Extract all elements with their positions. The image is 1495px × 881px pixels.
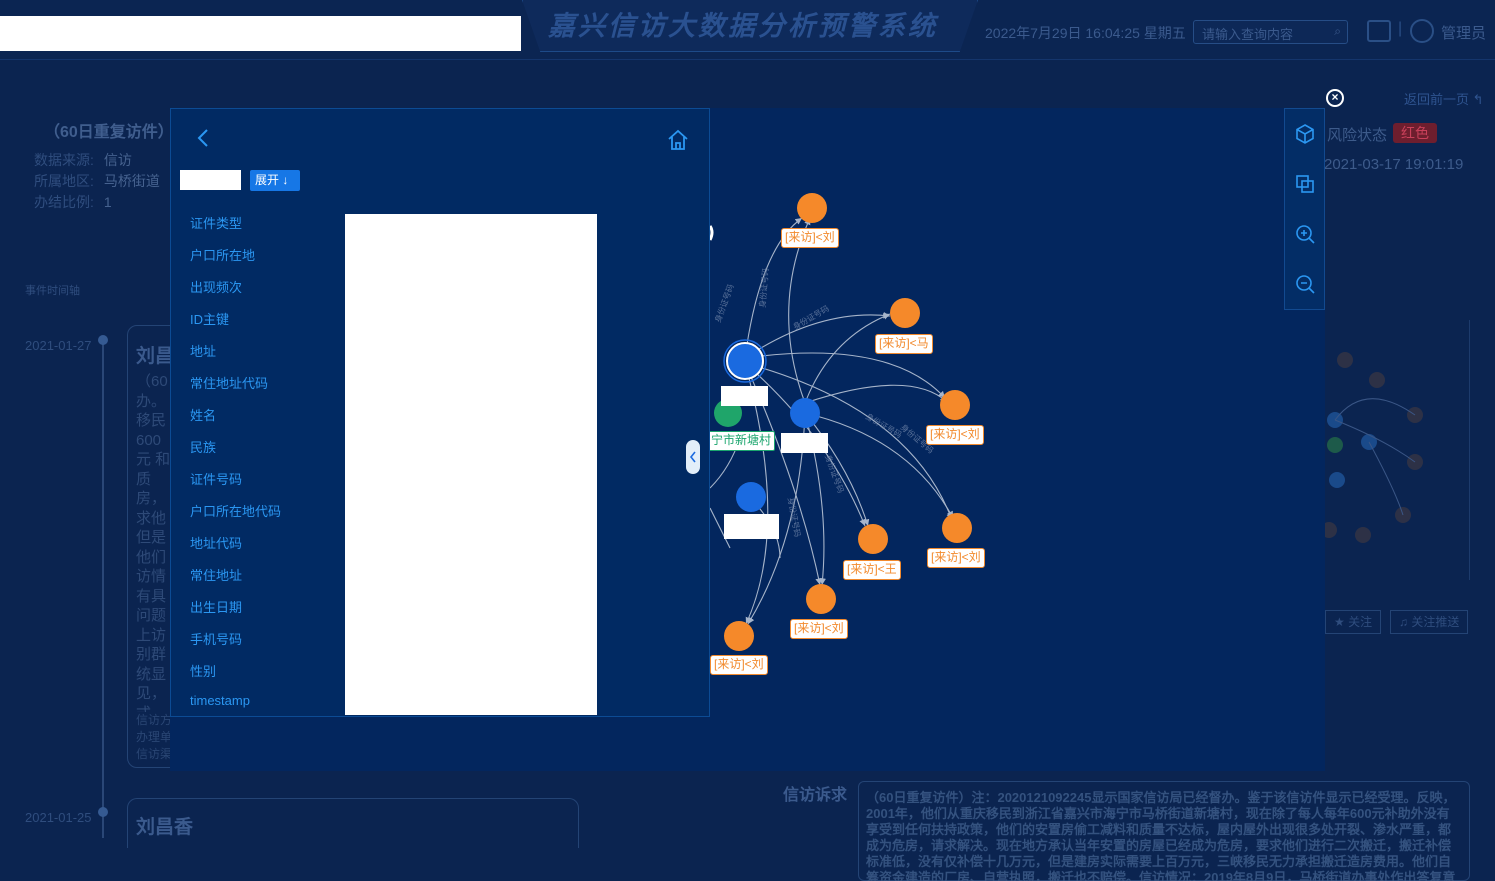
person-label-redacted [781,433,828,453]
case-title: （60日重复访件）基 [44,124,190,141]
search-icon[interactable]: ⌕ [1334,24,1341,39]
node-label: [来访]<刘 [710,655,768,675]
visit-node[interactable] [858,524,888,554]
system-title: 嘉兴信访大数据分析预警系统 [548,11,938,42]
relationship-graph[interactable]: 身份证号码 身份证号码 身份证号码 身份证号码 身份证号码 身份证号码 身份证号… [710,108,1284,717]
graph-edges [710,217,954,625]
svg-text:身份证号码: 身份证号码 [791,303,831,332]
field-item[interactable]: 地址代码 [190,533,242,552]
field-item[interactable]: ID主键 [190,309,229,328]
expand-button[interactable]: 展开 ↓ [250,170,300,191]
visit-node[interactable] [890,298,920,328]
collapse-panel-toggle[interactable] [686,440,700,474]
node-label: [来访]<刘 [927,548,985,568]
node-label: [来访]<刘 [790,619,848,639]
zoom-out-icon[interactable] [1293,272,1317,296]
card-sub-info: 信访方 办理单 信访渠 [136,713,173,761]
field-item[interactable]: 户口所在地 [190,245,255,264]
meta-source: 数据来源: 信访 [34,152,132,168]
field-item[interactable]: 出生日期 [190,597,242,616]
timeline-label: 事件时间轴 [25,285,80,297]
person-node-selected[interactable] [726,342,764,380]
node-name-redacted [180,170,241,190]
appeal-label: 信访诉求 [783,787,848,804]
timeline-date: 2021-01-25 [25,810,92,825]
current-datetime: 2022年7月29日 16:04:25 星期五 [985,25,1186,41]
follow-button[interactable]: ★ 关注 [1325,610,1382,634]
zoom-in-icon[interactable] [1293,222,1317,246]
meta-region: 所属地区: 马桥街道 [34,173,160,189]
chevron-left-icon [689,451,696,463]
field-item[interactable]: 常住地址代码 [190,373,268,392]
cube-3d-icon[interactable] [1293,122,1317,146]
svg-text:身份证号码: 身份证号码 [757,267,770,308]
appeal-text: （60日重复访件）注：2020121092245显示国家信访局已经督办。鉴于该信… [866,790,1456,881]
follow-push-button[interactable]: ♫ 关注推送 [1390,610,1469,634]
risk-label: 风险状态 [1327,127,1388,144]
field-item[interactable]: 手机号码 [190,629,242,648]
svg-text:身份证号码: 身份证号码 [864,411,904,440]
risk-time: 2021-03-17 19:01:19 [1324,156,1464,173]
field-item[interactable]: 姓名 [190,405,216,424]
node-label: [来访]<王 [843,560,901,580]
person-node[interactable] [790,398,820,428]
timeline-date: 2021-01-27 [25,338,92,353]
card-person-name: 刘昌香 [136,817,194,838]
timeline-dot [98,807,108,817]
timeline-card[interactable] [127,798,579,848]
timeline-line [102,338,104,838]
field-item[interactable]: 民族 [190,437,216,456]
user-avatar-icon[interactable] [1410,19,1434,43]
field-values-redacted [345,214,597,715]
redacted-logo-box [0,16,521,51]
risk-badge: 红色 [1393,123,1437,143]
back-link[interactable]: 返回前一页 ↰ [1404,89,1484,108]
svg-text:身份证号码: 身份证号码 [712,283,735,324]
timeline-dot [98,335,108,345]
meta-completion: 办结比例: 1 [34,194,112,210]
person-label-redacted [724,514,779,539]
chart-icon[interactable] [1367,20,1391,42]
svg-text:身份证号码: 身份证号码 [786,497,803,538]
card-person-name: 刘昌 [136,346,175,367]
node-label: [来访]<马 [875,334,933,354]
offscreen-node-fragment [710,225,714,241]
visit-node[interactable] [942,513,972,543]
field-item[interactable]: 常住地址 [190,565,242,584]
field-item[interactable]: 地址 [190,341,216,360]
field-item[interactable]: 户口所在地代码 [190,501,281,520]
node-label: [来访]<刘 [781,228,839,248]
person-node[interactable] [736,482,766,512]
field-item[interactable]: 证件类型 [190,213,242,232]
close-icon[interactable]: × [1326,89,1344,107]
field-item[interactable]: 证件号码 [190,469,242,488]
field-item[interactable]: 性别 [190,661,216,680]
visit-node[interactable] [797,193,827,223]
visit-node[interactable] [806,584,836,614]
field-item[interactable]: 出现频次 [190,277,242,296]
node-label: [来访]<刘 [926,425,984,445]
svg-text:身份证号码: 身份证号码 [823,453,846,494]
visit-node[interactable] [940,390,970,420]
home-icon[interactable] [666,128,690,152]
mini-graph[interactable] [1321,320,1470,580]
divider: | [1398,20,1403,37]
field-item[interactable]: timestamp [190,693,250,708]
search-placeholder: 请输入查询内容 [1202,27,1294,42]
copy-layers-icon[interactable] [1293,172,1317,196]
visit-node[interactable] [724,621,754,651]
graph-nodes[interactable] [710,193,972,651]
address-node-label: 宁市新塘村 [710,431,776,451]
mini-graph-drawing [1321,352,1423,543]
username[interactable]: 管理员 [1441,22,1486,43]
search-input[interactable]: 请输入查询内容 ⌕ [1193,20,1348,44]
back-arrow-icon[interactable] [194,126,214,150]
person-label-redacted [721,386,768,406]
card-text: （60 办。 移民 600元 和质 房， 求他 但是 他们 访情 有具 问题 上… [136,373,171,712]
